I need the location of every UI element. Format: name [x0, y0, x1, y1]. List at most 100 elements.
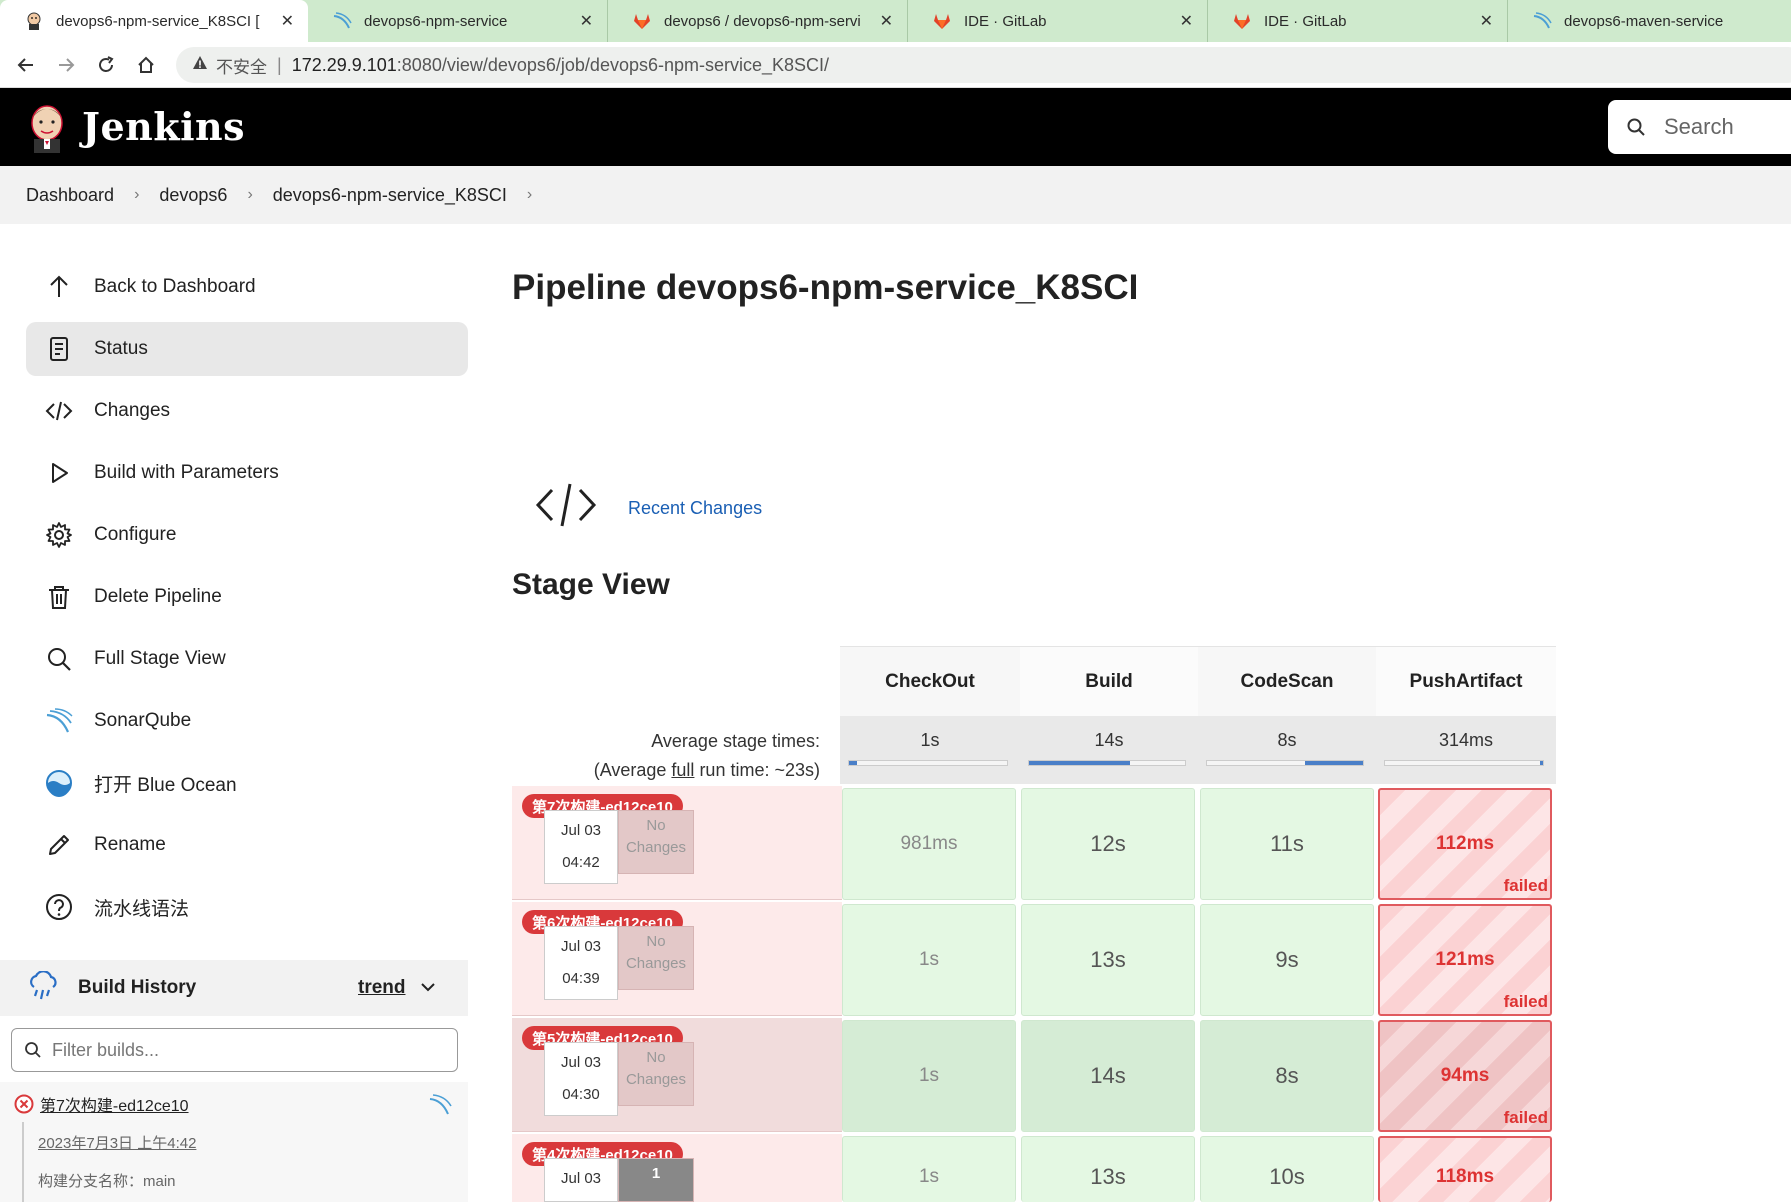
stage-cell[interactable]: 14s	[1021, 1020, 1195, 1132]
home-icon[interactable]	[126, 45, 166, 85]
breadcrumb-dashboard[interactable]: Dashboard	[26, 185, 114, 206]
browser-tab[interactable]: devops6 / devops6-npm-servi ✕	[608, 0, 908, 42]
avg-value: 14s	[1094, 730, 1124, 750]
avg-time-pushartifact: 314ms	[1376, 716, 1556, 784]
chevron-right-icon[interactable]: ›	[527, 186, 532, 204]
full-run-link[interactable]: full	[671, 760, 694, 780]
sidebar-item-back-to-dashboard[interactable]: Back to Dashboard	[26, 260, 468, 314]
sonarqube-icon[interactable]	[428, 1092, 452, 1121]
sidebar-item-status[interactable]: Status	[26, 322, 468, 376]
sidebar-item-pipeline-syntax[interactable]: 流水线语法	[26, 880, 468, 934]
sidebar-item-label: SonarQube	[94, 710, 192, 731]
stage-cell[interactable]: 11s	[1200, 788, 1374, 900]
jenkins-logo[interactable]	[26, 101, 68, 153]
filter-builds-input[interactable]: Filter builds...	[11, 1028, 458, 1072]
stage-cell[interactable]: 9s	[1200, 904, 1374, 1016]
close-icon[interactable]: ✕	[1180, 11, 1193, 31]
build-time: 04:30	[562, 1086, 600, 1103]
stage-cell-value: 112ms	[1435, 833, 1495, 854]
avg-label-prefix: (Average	[593, 760, 672, 780]
close-icon[interactable]: ✕	[281, 11, 294, 31]
build-changes[interactable]: No Changes	[618, 810, 694, 874]
build-changes[interactable]: No Changes	[618, 926, 694, 990]
stage-cell[interactable]: 12s	[1021, 788, 1195, 900]
stage-cell[interactable]: 10s	[1200, 1136, 1374, 1202]
play-icon	[44, 458, 74, 488]
stage-cell-failed[interactable]: 94ms failed	[1378, 1020, 1552, 1132]
breadcrumb-devops6[interactable]: devops6	[159, 185, 227, 206]
trash-icon	[44, 582, 74, 612]
sidebar-item-rename[interactable]: Rename	[26, 818, 468, 872]
stage-cell[interactable]: 1s	[842, 1136, 1016, 1202]
browser-tab[interactable]: IDE · GitLab ✕	[1208, 0, 1508, 42]
stage-cell[interactable]: 1s	[842, 904, 1016, 1016]
average-stage-times-label: Average stage times: (Average full run t…	[512, 727, 820, 785]
sidebar-item-delete-pipeline[interactable]: Delete Pipeline	[26, 570, 468, 624]
failed-label: failed	[1503, 1108, 1548, 1127]
browser-tab[interactable]: devops6-npm-service_K8SCI [ ✕	[0, 0, 308, 42]
insecure-label[interactable]: 不安全	[216, 53, 267, 78]
build-changes[interactable]: 1	[618, 1158, 694, 1202]
avg-value: 1s	[920, 730, 940, 750]
stage-header-checkout: CheckOut	[840, 646, 1020, 716]
reload-icon[interactable]	[86, 45, 126, 85]
stage-cell[interactable]: 981ms	[842, 788, 1016, 900]
build-row: 第5次构建-ed12ce10 Jul 03 04:30 No Changes	[512, 1018, 842, 1132]
build-datetime: Jul 03 04:30	[544, 1042, 618, 1116]
breadcrumb-job[interactable]: devops6-npm-service_K8SCI	[273, 185, 507, 206]
back-arrow-icon[interactable]	[6, 45, 46, 85]
close-icon[interactable]: ✕	[580, 11, 593, 31]
sidebar-item-configure[interactable]: Configure	[26, 508, 468, 562]
stage-cell[interactable]: 13s	[1021, 904, 1195, 1016]
stage-cell-failed[interactable]: 112ms failed	[1378, 788, 1552, 900]
close-icon[interactable]: ✕	[1480, 11, 1493, 31]
sidebar-item-sonarqube[interactable]: SonarQube	[26, 694, 468, 748]
sidebar-item-label: Full Stage View	[94, 648, 226, 669]
help-icon	[44, 892, 74, 922]
avg-label-suffix: run time: ~23s)	[694, 760, 820, 780]
stage-cell[interactable]: 1s	[842, 1020, 1016, 1132]
stage-cell[interactable]: 13s	[1021, 1136, 1195, 1202]
failed-icon	[14, 1094, 34, 1114]
breadcrumb: Dashboard › devops6 › devops6-npm-servic…	[0, 166, 1791, 224]
tab-title: IDE · GitLab	[1264, 12, 1347, 30]
search-placeholder: Search	[1664, 114, 1734, 139]
build-datetime: Jul 03	[544, 1158, 618, 1202]
sidebar-item-build-with-parameters[interactable]: Build with Parameters	[26, 446, 468, 500]
trend-link[interactable]: trend	[358, 977, 406, 999]
jenkins-header: Jenkins Search	[0, 88, 1791, 166]
build-date: Jul 03	[560, 1054, 602, 1071]
close-icon[interactable]: ✕	[880, 11, 893, 31]
sidebar-item-changes[interactable]: Changes	[26, 384, 468, 438]
stage-header-codescan: CodeScan	[1198, 646, 1376, 716]
url-input[interactable]: 不安全 | 172.29.9.101 :8080/view/devops6/jo…	[176, 47, 1791, 83]
stage-cell-failed[interactable]: 118ms	[1378, 1136, 1552, 1202]
stage-cell-failed[interactable]: 121ms failed	[1378, 904, 1552, 1016]
avg-time-checkout: 1s	[840, 716, 1020, 784]
forward-arrow-icon[interactable]	[46, 45, 86, 85]
browser-tab[interactable]: IDE · GitLab ✕	[908, 0, 1208, 42]
search-input[interactable]: Search	[1608, 100, 1791, 154]
sonarqube-icon	[332, 11, 352, 31]
sidebar-item-label: 打开 Blue Ocean	[94, 774, 237, 796]
avg-value: 8s	[1277, 730, 1297, 750]
browser-tab[interactable]: devops6-npm-service ✕	[308, 0, 608, 42]
recent-changes-link[interactable]: Recent Changes	[628, 498, 762, 519]
build-date-link[interactable]: 2023年7月3日 上午4:42	[38, 1132, 196, 1153]
avg-value: 314ms	[1438, 730, 1494, 750]
build-name: 第7次构建-ed12ce10	[40, 1098, 189, 1115]
build-link[interactable]: 第7次构建-ed12ce10	[14, 1092, 189, 1116]
gitlab-icon	[632, 11, 652, 31]
stage-header-build: Build	[1020, 646, 1198, 716]
stage-cell[interactable]: 8s	[1200, 1020, 1374, 1132]
sidebar-item-label: Delete Pipeline	[94, 586, 222, 607]
avg-label-line-2: (Average full run time: ~23s)	[512, 756, 820, 785]
sidebar-item-full-stage-view[interactable]: Full Stage View	[26, 632, 468, 686]
jenkins-brand[interactable]: Jenkins	[82, 104, 245, 149]
sidebar-item-blue-ocean[interactable]: 打开 Blue Ocean	[26, 756, 468, 810]
build-changes[interactable]: No Changes	[618, 1042, 694, 1106]
chevron-down-icon[interactable]	[420, 979, 436, 997]
chevron-right-icon: ›	[247, 186, 253, 203]
sonarqube-icon	[1532, 11, 1552, 31]
browser-tab[interactable]: devops6-maven-service	[1508, 0, 1791, 42]
